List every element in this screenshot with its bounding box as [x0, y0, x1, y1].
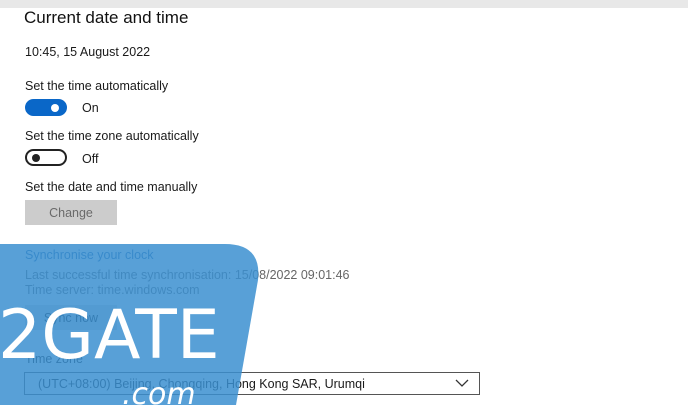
time-server-text: Time server: time.windows.com	[25, 283, 200, 297]
timezone-label: Time zone	[25, 352, 83, 366]
auto-zone-state: Off	[82, 152, 99, 166]
last-sync-text: Last successful time synchronisation: 15…	[25, 268, 350, 282]
sync-heading: Synchronise your clock	[25, 248, 154, 262]
auto-time-toggle[interactable]	[25, 99, 67, 116]
top-bar	[0, 0, 688, 8]
auto-time-state: On	[82, 101, 99, 115]
change-button[interactable]: Change	[25, 200, 117, 225]
auto-time-label: Set the time automatically	[25, 79, 169, 93]
toggle-knob	[32, 153, 40, 162]
chevron-down-icon	[455, 379, 469, 387]
sync-now-button[interactable]: Sync now	[25, 305, 117, 330]
toggle-knob	[51, 103, 59, 112]
page-title: Current date and time	[24, 8, 189, 27]
manual-datetime-label: Set the date and time manually	[25, 180, 198, 194]
current-datetime: 10:45, 15 August 2022	[25, 45, 151, 59]
auto-zone-label: Set the time zone automatically	[25, 129, 199, 143]
auto-zone-toggle[interactable]	[25, 149, 67, 166]
timezone-value: (UTC+08:00) Beijing, Chongqing, Hong Kon…	[38, 377, 365, 391]
timezone-select[interactable]: (UTC+08:00) Beijing, Chongqing, Hong Kon…	[24, 372, 480, 395]
